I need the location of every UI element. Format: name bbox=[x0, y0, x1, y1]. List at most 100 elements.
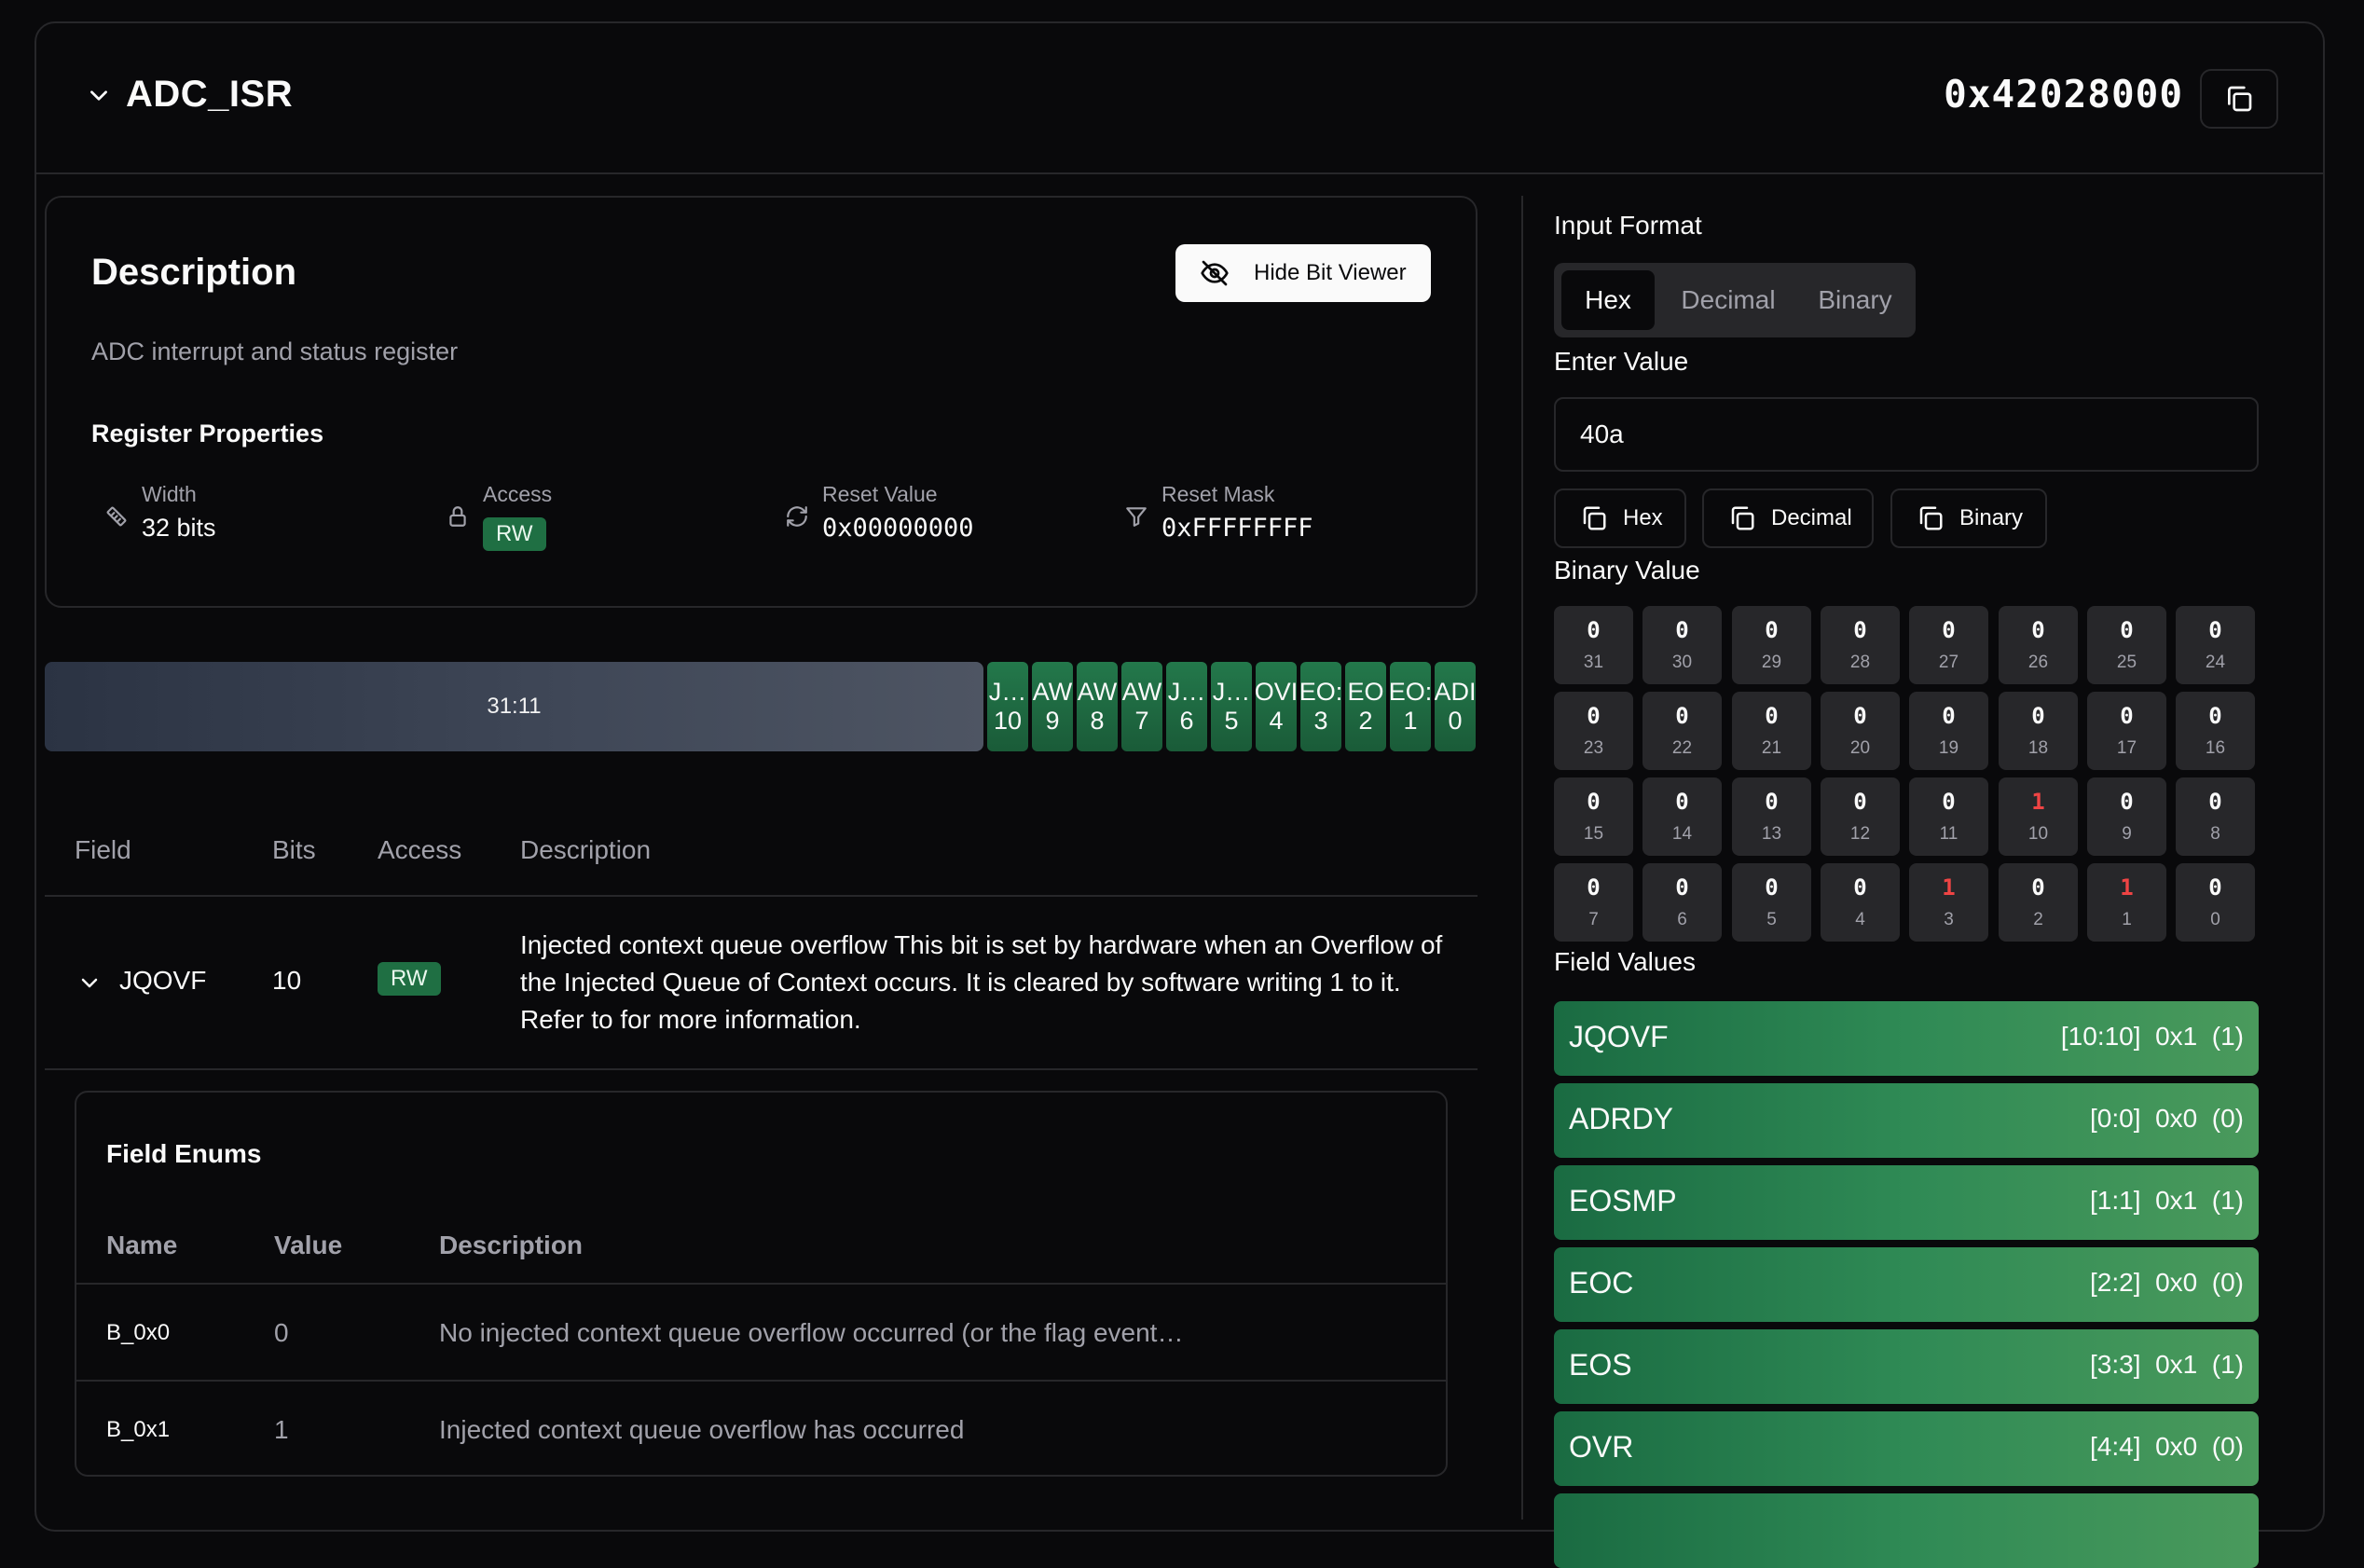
field-value-row[interactable]: EOS [3:3] 0x1 (1) bbox=[1554, 1329, 2259, 1404]
bit-toggle[interactable]: 11 bbox=[2087, 863, 2166, 942]
bit-toggle[interactable]: 09 bbox=[2087, 777, 2166, 856]
field-enums-title: Field Enums bbox=[106, 1139, 262, 1168]
field-value-reading: [0:0] 0x0 (0) bbox=[2090, 1104, 2244, 1133]
bit-field-segment[interactable]: EO: 1 bbox=[1390, 662, 1431, 751]
bit-toggle[interactable]: 00 bbox=[2176, 863, 2255, 942]
copy-address-button[interactable] bbox=[2200, 69, 2278, 129]
bit-toggle[interactable]: 0 30 bbox=[1642, 606, 1722, 684]
bit-index: 23 bbox=[1583, 738, 1604, 758]
bit-toggle[interactable]: 02 bbox=[1999, 863, 2078, 942]
bit-field-segment[interactable]: J… 5 bbox=[1211, 662, 1252, 751]
bit-field-bar: 31:11 J… 10 AW 9 AW 8 AW 7 J… 6 J… 5 OVI 4 EO: 3… bbox=[45, 662, 1478, 751]
bit-toggle[interactable]: 0 25 bbox=[2087, 606, 2166, 684]
chevron-down-icon[interactable] bbox=[78, 971, 101, 994]
bit-toggle[interactable]: 0 21 bbox=[1732, 692, 1811, 770]
field-value-row[interactable]: ADRDY [0:0] 0x0 (0) bbox=[1554, 1083, 2259, 1158]
bit-toggle[interactable]: 0 15 bbox=[1554, 777, 1633, 856]
bit-toggle[interactable]: 07 bbox=[1554, 863, 1633, 942]
hide-bit-viewer-label: Hide Bit Viewer bbox=[1254, 260, 1407, 285]
bit-value: 0 bbox=[1942, 703, 1956, 729]
bit-index: 25 bbox=[2116, 653, 2137, 672]
bit-value: 0 bbox=[2031, 617, 2045, 643]
bit-index: 19 bbox=[1938, 738, 1959, 758]
bit-toggle[interactable]: 0 16 bbox=[2176, 692, 2255, 770]
value-input[interactable]: 40a bbox=[1554, 397, 2259, 472]
bit-value: 0 bbox=[2208, 617, 2222, 643]
bit-field-segment[interactable]: EO: 3 bbox=[1300, 662, 1341, 751]
table-row[interactable]: JQOVF 10 RW Injected context queue overf… bbox=[45, 897, 1478, 1070]
copy-icon bbox=[1919, 506, 1943, 530]
bit-toggle[interactable]: 0 11 bbox=[1909, 777, 1988, 856]
format-option-hex[interactable]: Hex bbox=[1561, 270, 1655, 330]
bit-value: 0 bbox=[2120, 617, 2134, 643]
bit-value: 1 bbox=[2031, 789, 2045, 815]
bit-toggle[interactable]: 08 bbox=[2176, 777, 2255, 856]
bit-index: 27 bbox=[1938, 653, 1959, 672]
property-value: 0xFFFFFFFF bbox=[1161, 514, 1313, 543]
bit-toggle[interactable]: 0 29 bbox=[1732, 606, 1811, 684]
column-divider bbox=[1521, 196, 1523, 1520]
bit-toggle[interactable]: 0 12 bbox=[1821, 777, 1900, 856]
hide-bit-viewer-button[interactable]: Hide Bit Viewer bbox=[1175, 244, 1431, 302]
copy-binary-button[interactable]: Binary bbox=[1890, 488, 2047, 548]
copy-icon bbox=[2228, 86, 2252, 112]
bit-toggle[interactable]: 13 bbox=[1909, 863, 1988, 942]
bit-field-segment[interactable]: AW 7 bbox=[1121, 662, 1162, 751]
property-label: Reset Mask bbox=[1161, 482, 1275, 506]
bit-field-reserved[interactable]: 31:11 bbox=[45, 662, 983, 751]
copy-hex-button[interactable]: Hex bbox=[1554, 488, 1686, 548]
bit-toggle[interactable]: 0 24 bbox=[2176, 606, 2255, 684]
column-header: Description bbox=[520, 835, 652, 864]
input-format-label: Input Format bbox=[1554, 211, 1702, 240]
bit-toggle[interactable]: 0 22 bbox=[1642, 692, 1722, 770]
bit-toggle[interactable]: 0 14 bbox=[1642, 777, 1722, 856]
refresh-icon bbox=[787, 506, 807, 527]
field-value-row[interactable]: EOSMP [1:1] 0x1 (1) bbox=[1554, 1165, 2259, 1240]
bit-index: 26 bbox=[2027, 653, 2049, 672]
field-value-row[interactable] bbox=[1554, 1493, 2259, 1568]
bit-toggle[interactable]: 0 26 bbox=[1999, 606, 2078, 684]
bit-toggle[interactable]: 04 bbox=[1821, 863, 1900, 942]
bit-field-segment[interactable]: EO 2 bbox=[1345, 662, 1386, 751]
description-title: Description bbox=[91, 252, 297, 293]
enum-description: No injected context queue overflow occur… bbox=[439, 1318, 1184, 1347]
bit-field-segment[interactable]: OVI 4 bbox=[1256, 662, 1297, 751]
bit-toggle[interactable]: 0 23 bbox=[1554, 692, 1633, 770]
chevron-down-icon[interactable] bbox=[87, 83, 111, 107]
bit-toggle[interactable]: 0 19 bbox=[1909, 692, 1988, 770]
bit-index: 15 bbox=[1583, 824, 1604, 844]
bit-value: 0 bbox=[1765, 617, 1779, 643]
bit-field-segment[interactable]: AW 8 bbox=[1077, 662, 1118, 751]
bit-toggle[interactable]: 0 18 bbox=[1999, 692, 2078, 770]
bit-value: 0 bbox=[2031, 703, 2045, 729]
field-value-row[interactable]: EOC [2:2] 0x0 (0) bbox=[1554, 1247, 2259, 1322]
register-address: 0x42028000 bbox=[1944, 72, 2183, 117]
field-value-name: EOSMP bbox=[1569, 1184, 1677, 1217]
format-option-binary[interactable]: Binary bbox=[1802, 270, 1908, 330]
bit-value: 0 bbox=[1675, 703, 1689, 729]
field-value-reading: [1:1] 0x1 (1) bbox=[2090, 1186, 2244, 1215]
bit-toggle[interactable]: 0 13 bbox=[1732, 777, 1811, 856]
bit-toggle[interactable]: 0 17 bbox=[2087, 692, 2166, 770]
table-row: B_0x0 0 No injected context queue overfl… bbox=[76, 1285, 1446, 1382]
bit-toggle[interactable]: 0 31 bbox=[1554, 606, 1633, 684]
bit-toggle[interactable]: 0 20 bbox=[1821, 692, 1900, 770]
bit-toggle[interactable]: 06 bbox=[1642, 863, 1722, 942]
bit-toggle[interactable]: 0 27 bbox=[1909, 606, 1988, 684]
bit-field-segment[interactable]: AW 9 bbox=[1032, 662, 1073, 751]
bit-field-segment[interactable]: J… 10 bbox=[987, 662, 1028, 751]
enter-value-label: Enter Value bbox=[1554, 347, 1689, 376]
bit-field-segment[interactable]: ADI 0 bbox=[1435, 662, 1476, 751]
field-values-label: Field Values bbox=[1554, 947, 1697, 976]
bit-toggle[interactable]: 1 10 bbox=[1999, 777, 2078, 856]
field-value-row[interactable]: JQOVF [10:10] 0x1 (1) bbox=[1554, 1001, 2259, 1076]
bit-value: 0 bbox=[1587, 874, 1601, 901]
bit-toggle[interactable]: 05 bbox=[1732, 863, 1811, 942]
bit-index: 2 bbox=[2033, 910, 2043, 929]
format-option-decimal[interactable]: Decimal bbox=[1658, 270, 1798, 330]
field-value-row[interactable]: OVR [4:4] 0x0 (0) bbox=[1554, 1411, 2259, 1486]
field-value-reading: [2:2] 0x0 (0) bbox=[2090, 1268, 2244, 1297]
copy-decimal-button[interactable]: Decimal bbox=[1702, 488, 1874, 548]
bit-field-segment[interactable]: J… 6 bbox=[1166, 662, 1207, 751]
bit-toggle[interactable]: 0 28 bbox=[1821, 606, 1900, 684]
